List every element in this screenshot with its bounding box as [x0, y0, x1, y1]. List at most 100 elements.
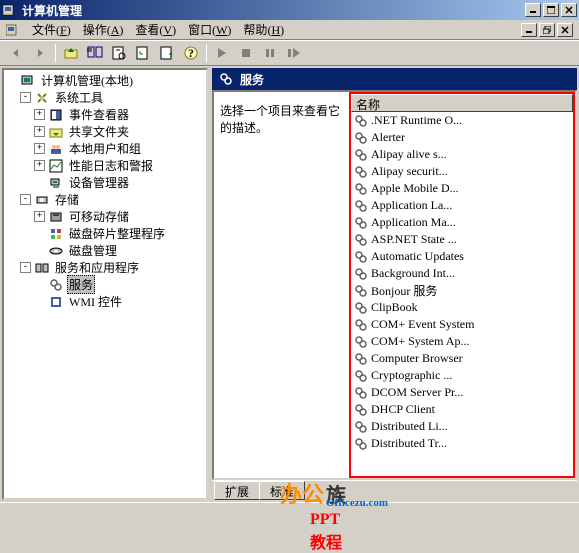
column-header-name[interactable]: 名称	[351, 94, 573, 112]
service-item[interactable]: COM+ Event System	[351, 316, 573, 333]
tree-node-eventviewer[interactable]: +事件查看器	[6, 106, 204, 123]
tab-extended[interactable]: 扩展	[214, 481, 260, 500]
tab-standard[interactable]: 标准	[259, 481, 305, 500]
mdi-restore-button[interactable]	[539, 23, 555, 37]
tools-icon	[34, 90, 50, 106]
collapse-icon[interactable]: -	[20, 92, 31, 103]
service-name: Alipay alive s...	[371, 147, 447, 162]
tree-node-localusers[interactable]: +本地用户和组	[6, 140, 204, 157]
service-item[interactable]: Alipay alive s...	[351, 146, 573, 163]
service-name: Alerter	[371, 130, 405, 145]
menu-action[interactable]: 操作(A)	[77, 19, 130, 40]
service-item[interactable]: .NET Runtime O...	[351, 112, 573, 129]
pause-button[interactable]	[259, 42, 281, 64]
menu-help[interactable]: 帮助(H)	[237, 19, 290, 40]
refresh-button[interactable]	[132, 42, 154, 64]
service-item[interactable]: Alipay securit...	[351, 163, 573, 180]
collapse-icon[interactable]: -	[20, 194, 31, 205]
service-name: Background Int...	[371, 266, 455, 281]
perf-icon	[48, 158, 64, 174]
window-titlebar: 计算机管理	[0, 0, 579, 20]
gear-icon	[353, 198, 369, 214]
tree-node-svcapp[interactable]: -服务和应用程序	[6, 259, 204, 276]
up-button[interactable]	[60, 42, 82, 64]
tree-node-root[interactable]: 计算机管理(本地)	[6, 72, 204, 89]
service-name: Computer Browser	[371, 351, 463, 366]
mdi-icon	[6, 23, 20, 37]
gear-icon	[353, 385, 369, 401]
storage-icon	[34, 192, 50, 208]
service-item[interactable]: Cryptographic ...	[351, 367, 573, 384]
gear-icon	[353, 436, 369, 452]
mdi-close-button[interactable]	[557, 23, 573, 37]
mdi-minimize-button[interactable]	[521, 23, 537, 37]
service-item[interactable]: Application La...	[351, 197, 573, 214]
stop-button[interactable]	[235, 42, 257, 64]
restart-button[interactable]	[283, 42, 305, 64]
help-button[interactable]: ?	[180, 42, 202, 64]
service-item[interactable]: Automatic Updates	[351, 248, 573, 265]
service-item[interactable]: DHCP Client	[351, 401, 573, 418]
service-name: Bonjour 服务	[371, 282, 437, 299]
service-item[interactable]: Application Ma...	[351, 214, 573, 231]
service-item[interactable]: ASP.NET State ...	[351, 231, 573, 248]
tree-node-storage[interactable]: -存储	[6, 191, 204, 208]
service-item[interactable]: Distributed Li...	[351, 418, 573, 435]
computer-icon	[20, 73, 36, 89]
service-list-pane[interactable]: 名称 .NET Runtime O...Alerter Alipay alive …	[349, 92, 575, 478]
menu-file[interactable]: 文件(F)	[26, 19, 77, 40]
gear-icon	[353, 300, 369, 316]
service-item[interactable]: DCOM Server Pr...	[351, 384, 573, 401]
defrag-icon	[48, 226, 64, 242]
expand-icon[interactable]: +	[34, 211, 45, 222]
tree-node-diskmgmt[interactable]: 磁盘管理	[6, 242, 204, 259]
expand-icon[interactable]: +	[34, 143, 45, 154]
folder-shared-icon	[48, 124, 64, 140]
expand-icon[interactable]: +	[34, 160, 45, 171]
service-item[interactable]: Distributed Tr...	[351, 435, 573, 452]
gear-icon	[353, 317, 369, 333]
close-button[interactable]	[561, 3, 577, 17]
tree-node-shared[interactable]: +共享文件夹	[6, 123, 204, 140]
service-list[interactable]: .NET Runtime O...Alerter Alipay alive s..…	[351, 112, 573, 452]
properties-button[interactable]	[108, 42, 130, 64]
export-button[interactable]	[156, 42, 178, 64]
service-item[interactable]: Computer Browser	[351, 350, 573, 367]
gear-icon	[353, 402, 369, 418]
main-area: 计算机管理(本地) -系统工具 +事件查看器 +共享文件夹 +本地用户和组 +性…	[0, 66, 579, 502]
forward-button[interactable]	[29, 42, 51, 64]
start-button[interactable]	[211, 42, 233, 64]
back-button[interactable]	[5, 42, 27, 64]
service-name: Cryptographic ...	[371, 368, 452, 383]
tree-node-defrag[interactable]: 磁盘碎片整理程序	[6, 225, 204, 242]
service-name: DCOM Server Pr...	[371, 385, 463, 400]
service-name: Apple Mobile D...	[371, 181, 459, 196]
book-icon	[48, 107, 64, 123]
service-item[interactable]: Alerter	[351, 129, 573, 146]
tree-pane[interactable]: 计算机管理(本地) -系统工具 +事件查看器 +共享文件夹 +本地用户和组 +性…	[2, 68, 208, 500]
expand-icon[interactable]: +	[34, 109, 45, 120]
service-name: COM+ System Ap...	[371, 334, 469, 349]
menu-view[interactable]: 查看(V)	[129, 19, 182, 40]
service-item[interactable]: Bonjour 服务	[351, 282, 573, 299]
service-item[interactable]: ClipBook	[351, 299, 573, 316]
expand-icon[interactable]: +	[34, 126, 45, 137]
show-hide-button[interactable]	[84, 42, 106, 64]
service-item[interactable]: COM+ System Ap...	[351, 333, 573, 350]
tree-node-services[interactable]: 服务	[6, 276, 204, 293]
service-name: DHCP Client	[371, 402, 435, 417]
minimize-button[interactable]	[525, 3, 541, 17]
tree-node-perflog[interactable]: +性能日志和警报	[6, 157, 204, 174]
menu-window[interactable]: 窗口(W)	[182, 19, 237, 40]
collapse-icon[interactable]: -	[20, 262, 31, 273]
service-item[interactable]: Background Int...	[351, 265, 573, 282]
svg-text:?: ?	[188, 46, 194, 60]
tree-node-wmi[interactable]: WMI 控件	[6, 293, 204, 310]
maximize-button[interactable]	[543, 3, 559, 17]
gear-icon	[353, 147, 369, 163]
service-item[interactable]: Apple Mobile D...	[351, 180, 573, 197]
tree-node-devmgr[interactable]: 设备管理器	[6, 174, 204, 191]
tree-node-systools[interactable]: -系统工具	[6, 89, 204, 106]
description-text: 选择一个项目来查看它的描述。	[220, 102, 343, 136]
tree-node-removable[interactable]: +可移动存储	[6, 208, 204, 225]
